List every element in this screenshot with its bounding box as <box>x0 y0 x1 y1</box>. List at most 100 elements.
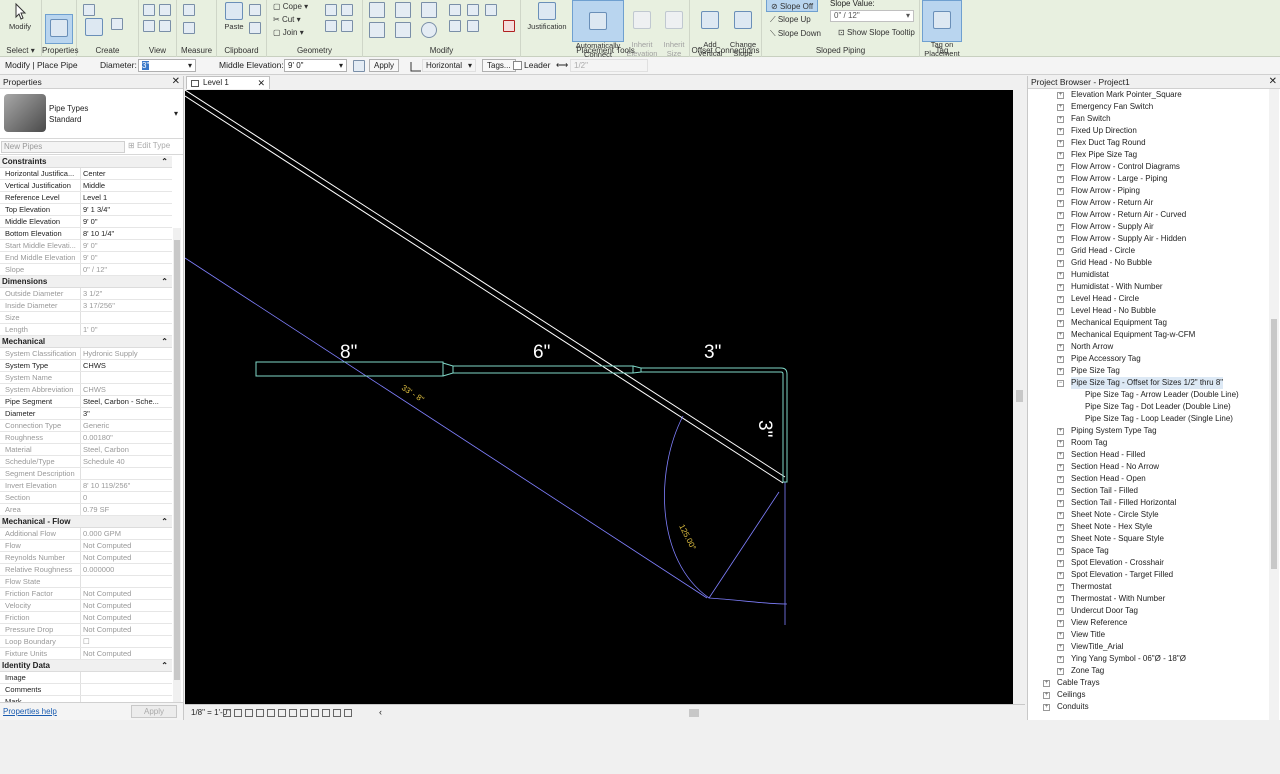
property-value[interactable]: CHWS <box>81 360 172 371</box>
split-face-icon[interactable] <box>325 4 337 16</box>
properties-apply-button[interactable]: Apply <box>131 705 177 718</box>
browser-tree-item[interactable]: + Flow Arrow - Control Diagrams <box>1028 161 1268 173</box>
browser-tree-item[interactable]: − Pipe Size Tag - Offset for Sizes 1/2" t… <box>1028 377 1268 389</box>
existing-pipe-edge-2[interactable] <box>184 95 784 484</box>
scrollbar-thumb[interactable] <box>1271 319 1277 569</box>
expand-icon[interactable]: + <box>1057 464 1064 471</box>
expand-icon[interactable]: + <box>1057 284 1064 291</box>
edit-type-button[interactable]: ⊞ Edit Type <box>128 141 170 150</box>
properties-button[interactable] <box>45 14 73 44</box>
property-value[interactable]: Middle <box>81 180 172 191</box>
collapse-icon[interactable]: − <box>1057 380 1064 387</box>
properties-section-header[interactable]: Constraints ⌃ <box>0 156 172 168</box>
browser-tree-item[interactable]: + Ceilings <box>1028 689 1268 701</box>
join-button[interactable]: ▢ Join ▾ <box>269 26 308 39</box>
property-value[interactable]: Level 1 <box>81 192 172 203</box>
property-value[interactable] <box>81 684 172 695</box>
browser-tree-item[interactable]: + Mechanical Equipment Tag-w-CFM <box>1028 329 1268 341</box>
property-value[interactable]: Center <box>81 168 172 179</box>
trim-icon[interactable] <box>449 4 461 16</box>
scrollbar-thumb[interactable] <box>1016 390 1023 402</box>
browser-tree-item[interactable]: + Zone Tag <box>1028 665 1268 677</box>
align-icon[interactable] <box>369 2 385 18</box>
middle-elevation-input[interactable]: 9' 0" ▾ <box>284 59 347 72</box>
measure-icon[interactable] <box>183 4 195 16</box>
property-value[interactable]: Steel, Carbon - Sche... <box>81 396 172 407</box>
instance-selector[interactable]: New Pipes <box>1 141 125 153</box>
browser-tree-item[interactable]: + Fan Switch <box>1028 113 1268 125</box>
unpin-icon[interactable] <box>485 4 497 16</box>
create-similar-button[interactable] <box>83 18 105 38</box>
copy-clip-icon[interactable] <box>249 22 261 34</box>
pipe-size-tag-3[interactable]: 3" <box>704 342 721 363</box>
leader-checkbox[interactable] <box>513 61 522 70</box>
slope-value-select[interactable]: 0" / 12" ▾ <box>830 10 914 22</box>
expand-icon[interactable]: + <box>1057 356 1064 363</box>
browser-tree-item[interactable]: + Grid Head - No Bubble <box>1028 257 1268 269</box>
existing-pipe-edge-1[interactable] <box>184 89 786 478</box>
properties-section-header[interactable]: Mechanical ⌃ <box>0 336 172 348</box>
browser-tree-item[interactable]: + Level Head - Circle <box>1028 293 1268 305</box>
properties-help-link[interactable]: Properties help <box>3 707 57 716</box>
expand-icon[interactable]: + <box>1043 692 1050 699</box>
scrollbar-thumb[interactable] <box>174 240 180 680</box>
expand-icon[interactable]: + <box>1057 344 1064 351</box>
browser-tree-item[interactable]: + Sheet Note - Hex Style <box>1028 521 1268 533</box>
tag-on-placement-button[interactable]: Tag on Placement <box>922 0 962 58</box>
collapse-icon[interactable]: ⌃ <box>161 276 168 287</box>
browser-scrollbar[interactable] <box>1269 89 1279 720</box>
level-sync-icon[interactable] <box>353 60 365 72</box>
cut-button[interactable]: ✂ Cut ▾ <box>269 13 305 26</box>
apply-button[interactable]: Apply <box>369 59 400 72</box>
rotate-icon[interactable] <box>421 22 437 38</box>
browser-tree-item[interactable]: + Pipe Size Tag <box>1028 365 1268 377</box>
mirror-axis-icon[interactable] <box>421 2 437 18</box>
expand-icon[interactable]: + <box>1057 272 1064 279</box>
properties-section-header[interactable]: Mechanical - Flow ⌃ <box>0 516 172 528</box>
expand-icon[interactable]: + <box>1057 248 1064 255</box>
justification-button[interactable]: Justification <box>524 2 570 31</box>
browser-tree-item[interactable]: + Fixed Up Direction <box>1028 125 1268 137</box>
browser-tree-item[interactable]: + Piping System Type Tag <box>1028 425 1268 437</box>
expand-icon[interactable]: + <box>1057 584 1064 591</box>
worksharing-icon[interactable] <box>311 709 319 717</box>
wall-join-icon[interactable] <box>325 20 337 32</box>
browser-tree-item[interactable]: + Conduits <box>1028 701 1268 713</box>
properties-section-header[interactable]: Dimensions ⌃ <box>0 276 172 288</box>
property-value[interactable]: 9' 0" <box>81 216 172 227</box>
expand-icon[interactable]: + <box>1057 488 1064 495</box>
expand-icon[interactable]: + <box>1057 332 1064 339</box>
select-dropdown[interactable]: Select ▾ <box>0 46 41 55</box>
pipe-size-tag-3-vertical[interactable]: 3" <box>754 420 775 437</box>
slope-down-button[interactable]: ⟍ Slope Down <box>766 27 825 40</box>
expand-icon[interactable]: + <box>1043 680 1050 687</box>
move-icon[interactable] <box>369 22 385 38</box>
split-icon[interactable] <box>467 4 479 16</box>
horizontal-scrollbar-thumb[interactable] <box>689 709 699 717</box>
property-value[interactable]: 8' 10 1/4" <box>81 228 172 239</box>
browser-tree-item[interactable]: + Humidistat - With Number <box>1028 281 1268 293</box>
show-crop-icon[interactable] <box>278 709 286 717</box>
expand-icon[interactable]: + <box>1057 536 1064 543</box>
expand-icon[interactable]: + <box>1057 104 1064 111</box>
browser-tree-item[interactable]: + Space Tag <box>1028 545 1268 557</box>
expand-icon[interactable]: + <box>1057 572 1064 579</box>
crop-view-icon[interactable] <box>267 709 275 717</box>
expand-icon[interactable]: + <box>1057 92 1064 99</box>
browser-tree-item[interactable]: + Room Tag <box>1028 437 1268 449</box>
browser-tree-item[interactable]: + Flex Pipe Size Tag <box>1028 149 1268 161</box>
expand-icon[interactable]: + <box>1057 236 1064 243</box>
auto-connect-button[interactable]: Automatically Connect <box>572 0 624 59</box>
expand-icon[interactable]: + <box>1057 152 1064 159</box>
browser-tree-item[interactable]: + Elevation Mark Pointer_Square <box>1028 89 1268 101</box>
browser-tree-item[interactable]: + Pipe Accessory Tag <box>1028 353 1268 365</box>
browser-tree-item[interactable]: + Cable Trays <box>1028 677 1268 689</box>
browser-tree-item[interactable]: Pipe Size Tag - Arrow Leader (Double Lin… <box>1028 389 1268 401</box>
slope-up-button[interactable]: ⟋ Slope Up <box>766 13 815 26</box>
hide-icon[interactable] <box>143 4 155 16</box>
expand-icon[interactable]: + <box>1057 164 1064 171</box>
expand-icon[interactable]: + <box>1057 200 1064 207</box>
leader-length-input[interactable]: 1/2" <box>570 59 648 72</box>
pipe-size-tag-6[interactable]: 6" <box>533 342 550 363</box>
browser-tree-item[interactable]: + Level Head - No Bubble <box>1028 305 1268 317</box>
